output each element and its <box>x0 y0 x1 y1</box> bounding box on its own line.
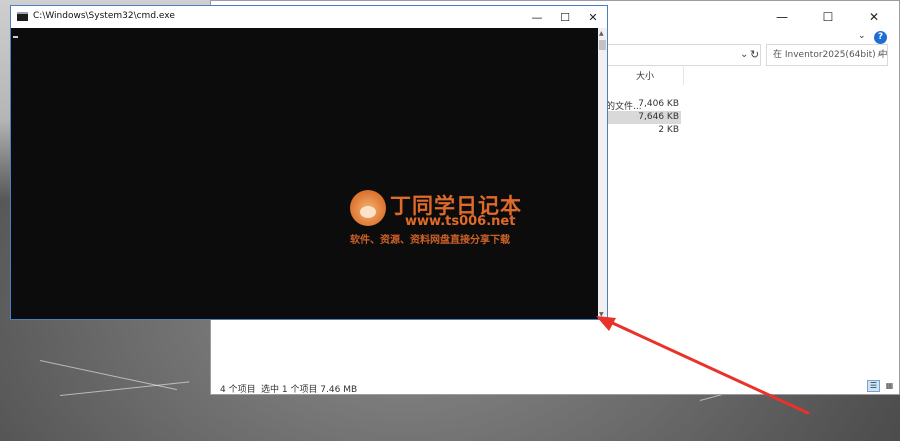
file-size: 2 KB <box>658 125 679 135</box>
cmd-close-button[interactable]: ✕ <box>579 6 607 28</box>
file-row[interactable]: 的文件... 7,406 KB <box>606 98 681 112</box>
file-size: 7,646 KB <box>638 112 679 122</box>
status-bar: 4 个项目 选中 1 个项目 7.46 MB ☰ ▦ <box>211 377 899 395</box>
watermark-url: www.ts006.net <box>405 214 516 229</box>
scroll-up-icon[interactable]: ▲ <box>599 30 604 37</box>
file-row[interactable]: 2 KB <box>606 124 681 137</box>
search-placeholder: 在 Inventor2025(64bit) 中搜... <box>773 50 888 60</box>
status-item-count: 4 个项目 <box>220 385 256 395</box>
shiba-logo-icon <box>350 190 386 226</box>
status-selection: 选中 1 个项目 7.46 MB <box>261 385 358 395</box>
file-size: 7,406 KB <box>638 99 679 109</box>
scroll-down-icon[interactable]: ▼ <box>599 311 604 318</box>
cmd-scrollbar[interactable]: ▲ ▼ <box>598 28 607 319</box>
file-row-selected[interactable]: 7,646 KB <box>606 111 681 124</box>
explorer-minimize-button[interactable]: — <box>759 1 805 33</box>
cmd-minimize-button[interactable]: — <box>523 6 551 28</box>
column-divider[interactable] <box>683 65 684 85</box>
search-icon: ⌕ <box>877 49 883 60</box>
cmd-titlebar[interactable]: C:\Windows\System32\cmd.exe — ☐ ✕ <box>11 6 607 28</box>
large-icons-view-icon[interactable]: ▦ <box>883 380 896 392</box>
text-cursor <box>13 36 18 38</box>
console-icon <box>17 12 28 21</box>
explorer-close-button[interactable]: ✕ <box>851 1 897 33</box>
refresh-icon[interactable]: ↻ <box>750 48 759 61</box>
cmd-maximize-button[interactable]: ☐ <box>551 6 579 28</box>
help-icon[interactable]: ? <box>874 31 887 44</box>
cmd-title: C:\Windows\System32\cmd.exe <box>33 11 175 21</box>
watermark-subtitle: 软件、资源、资料网盘直接分享下载 <box>350 235 510 246</box>
search-input[interactable]: 在 Inventor2025(64bit) 中搜... ⌕ <box>766 44 888 66</box>
cmd-window[interactable]: C:\Windows\System32\cmd.exe — ☐ ✕ ▲ ▼ <box>10 5 608 320</box>
chevron-up-icon[interactable]: ⌄ <box>858 31 866 41</box>
watermark: 丁同学日记本 www.ts006.net 软件、资源、资料网盘直接分享下载 <box>350 190 550 250</box>
explorer-maximize-button[interactable]: ☐ <box>805 1 851 33</box>
scroll-thumb[interactable] <box>599 40 606 50</box>
chevron-down-icon[interactable]: ⌄ <box>740 49 748 60</box>
column-header-size[interactable]: 大小 <box>636 69 654 82</box>
details-view-icon[interactable]: ☰ <box>867 380 880 392</box>
